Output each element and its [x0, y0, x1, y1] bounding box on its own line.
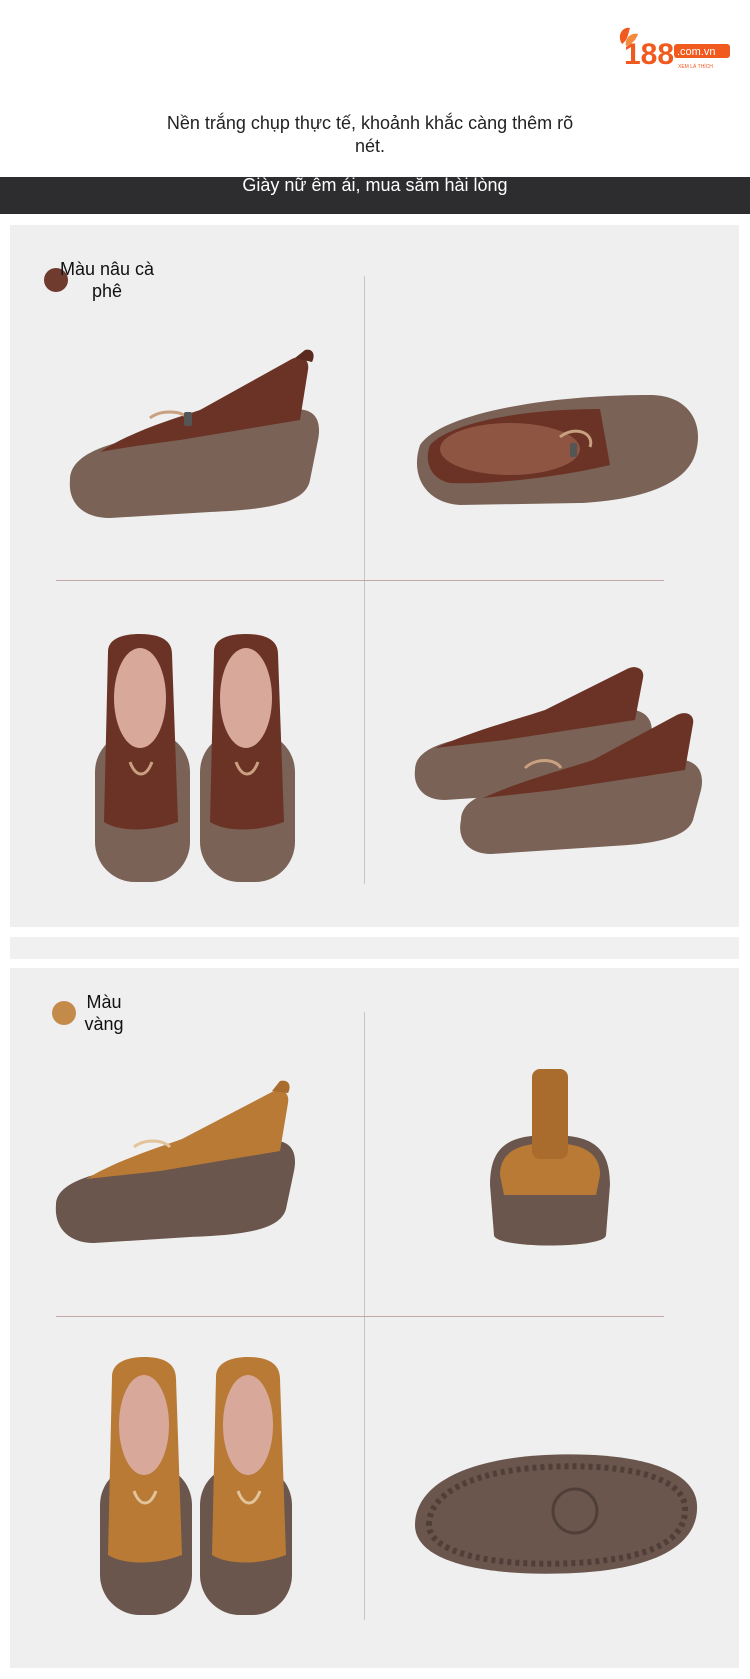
product-image-yellow-side: [55, 1080, 296, 1243]
product-image-yellow-back: [490, 1069, 610, 1246]
product-image-yellow-sole: [415, 1454, 698, 1574]
product-image-yellow-pair-top: [100, 1357, 292, 1615]
product-image-coffee-side: [69, 349, 320, 518]
product-image-coffee-pair-top: [95, 634, 295, 882]
section-separator: [10, 937, 739, 959]
grid-divider-horizontal: [56, 580, 664, 581]
logo-domain: .com.vn: [677, 46, 716, 58]
color-label-coffee: Màu nâu cà phê: [59, 259, 155, 301]
banner-text: Giày nữ êm ái, mua sắm hài lòng: [242, 175, 508, 195]
logo-text: 188: [624, 38, 674, 71]
grid-divider-horizontal: [56, 1316, 664, 1317]
product-image-coffee-top: [416, 395, 698, 505]
intro-text: Nền trắng chụp thực tế, khoảnh khắc càng…: [166, 113, 574, 156]
color-label-yellow: Màu vàng: [84, 992, 124, 1034]
product-image-coffee-pair-angle: [414, 667, 702, 854]
brand-logo: 188 .com.vn XEM LÀ THÍCH: [619, 27, 730, 71]
logo-tagline: XEM LÀ THÍCH: [678, 63, 713, 70]
